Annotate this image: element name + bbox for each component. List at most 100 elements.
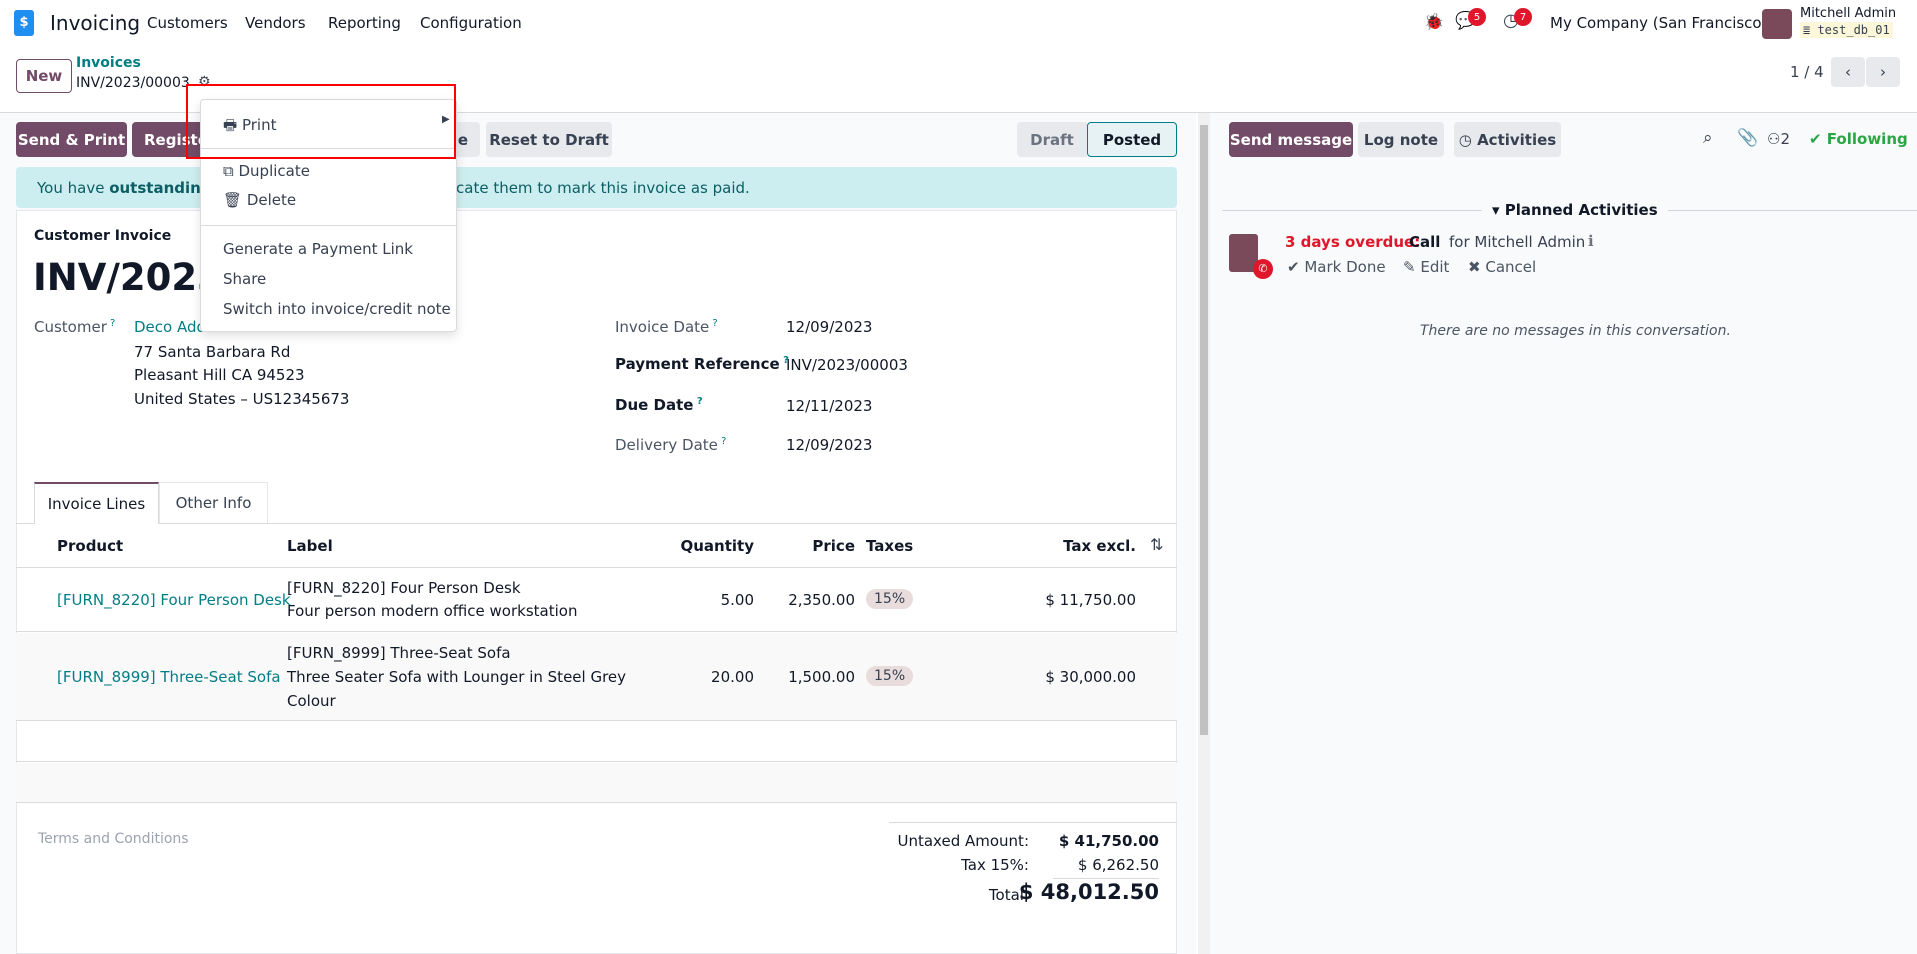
pager-next[interactable]: › [1866,57,1900,87]
new-button[interactable]: New [16,59,72,93]
label: Payment Reference [615,355,780,373]
cancel-label: Cancel [1485,258,1537,276]
user-name[interactable]: Mitchell Admin [1800,6,1896,21]
overdue-label: 3 days overdue: [1285,233,1421,251]
chat-badge: 5 [1468,8,1486,26]
reset-draft-button[interactable]: Reset to Draft [486,122,612,157]
payment-ref-value[interactable]: INV/2023/00003 [786,356,908,374]
row-label: Colour [287,692,336,710]
tax-value: $ 6,262.50 [1077,856,1159,874]
menu-divider [201,225,456,226]
avatar[interactable] [1762,9,1792,39]
tab-label: Invoice Lines [47,495,146,513]
menu-configuration[interactable]: Configuration [420,14,522,32]
edit-button[interactable]: ✎ Edit [1403,258,1449,276]
activities-button[interactable]: ◷ Activities [1454,122,1561,157]
cancel-button[interactable]: ✖ Cancel [1468,258,1536,276]
bug-icon[interactable]: 🐞 [1424,12,1444,31]
highlight-box [186,84,456,159]
followers-button[interactable]: ⚇2 [1767,130,1790,148]
col-taxes[interactable]: Taxes [866,537,913,555]
divider [1668,210,1917,211]
scrollbar[interactable] [1198,113,1210,954]
menu-duplicate[interactable]: ⧉ Duplicate [223,162,310,180]
customer-field[interactable]: Deco Add [134,318,206,336]
send-print-button[interactable]: Send & Print [16,122,127,157]
row-label: [FURN_8999] Three-Seat Sofa [287,644,511,662]
tabs-border [16,523,1177,524]
due-date-value[interactable]: 12/11/2023 [786,397,872,415]
menu-vendors[interactable]: Vendors [245,14,306,32]
company-switcher[interactable]: My Company (San Francisco) [1550,14,1767,32]
tax-label: Tax 15%: [961,856,1029,874]
row-label: Three Seater Sofa with Lounger in Steel … [287,668,627,686]
row-quantity: 5.00 [720,591,754,609]
breadcrumb-invoices[interactable]: Invoices [76,55,141,71]
tab-label: Other Info [175,494,252,512]
db-name: ≣ test_db_01 [1800,22,1893,38]
search-icon[interactable]: ⌕ [1703,128,1713,148]
delivery-date-value[interactable]: 12/09/2023 [786,436,872,454]
field-due-date-label: Due Date ? [615,396,703,414]
copy-icon: ⧉ [223,162,234,180]
row-subtotal: $ 30,000.00 [1045,668,1136,686]
status-posted[interactable]: Posted [1087,122,1177,157]
send-message-button[interactable]: Send message [1229,122,1353,157]
info-icon[interactable]: ℹ [1588,232,1594,250]
row-product[interactable]: [FURN_8220] Four Person Desk [57,591,291,609]
total-value: $ 48,012.50 [1018,880,1159,904]
col-price[interactable]: Price [812,537,855,555]
breadcrumb-record: INV/2023/00003 [76,75,190,91]
terms-field[interactable]: Terms and Conditions [38,831,189,847]
log-note-button[interactable]: Log note [1358,122,1444,157]
pager-value[interactable]: 1 / 4 [1790,63,1824,81]
untaxed-value: $ 41,750.00 [1058,832,1159,850]
menu-customers[interactable]: Customers [147,14,228,32]
address-line: United States – US12345673 [134,390,350,408]
following-button[interactable]: ✔ Following [1809,130,1908,148]
col-label[interactable]: Label [287,537,333,555]
move-type: Customer Invoice [34,228,172,244]
untaxed-label: Untaxed Amount: [897,832,1030,850]
pager-prev[interactable]: ‹ [1831,57,1865,87]
planned-activities-toggle[interactable]: ▾ Planned Activities [1492,201,1658,219]
column-settings-icon[interactable]: ⇅ [1150,535,1163,554]
menu-share[interactable]: Share [223,270,266,288]
row-product[interactable]: [FURN_8999] Three-Seat Sofa [57,668,281,686]
clock-icon: ◷ [1458,130,1478,149]
label: Invoice Date [615,318,710,336]
field-payment-ref-label: Payment Reference ? [615,355,789,373]
mark-done-label: Mark Done [1304,258,1386,276]
row-quantity: 20.00 [711,668,754,686]
paperclip-icon[interactable]: 📎 [1737,128,1758,148]
menu-reporting[interactable]: Reporting [328,14,401,32]
tab-other-info[interactable]: Other Info [159,482,268,523]
app-logo[interactable]: $ [14,10,34,36]
empty-row [16,722,1177,762]
pencil-icon: ✎ [1403,258,1421,276]
menu-switch-type[interactable]: Switch into invoice/credit note [223,300,451,318]
app-name[interactable]: Invoicing [50,11,140,35]
col-quantity[interactable]: Quantity [681,537,755,555]
divider [1222,210,1482,211]
following-label: Following [1826,130,1908,148]
trash-icon: 🗑 [223,191,243,209]
db-label: test_db_01 [1817,23,1890,37]
menu-delete[interactable]: 🗑 Delete [223,191,296,209]
status-draft[interactable]: Draft [1017,122,1087,157]
col-product[interactable]: Product [57,537,123,555]
check-icon: ✔ [1287,258,1305,276]
address-line: Pleasant Hill CA 94523 [134,366,305,384]
row-label: Four person modern office workstation [287,602,578,620]
mark-done-button[interactable]: ✔ Mark Done [1287,258,1386,276]
col-tax-excl[interactable]: Tax excl. [1063,537,1136,555]
row-subtotal: $ 11,750.00 [1045,591,1136,609]
tax-badge: 15% [866,666,914,686]
activities-label: Activities [1477,130,1557,149]
menu-label: Duplicate [238,162,310,180]
tax-badge: 15% [866,589,914,609]
menu-payment-link[interactable]: Generate a Payment Link [223,240,413,258]
tab-invoice-lines[interactable]: Invoice Lines [34,482,159,524]
invoice-date-value[interactable]: 12/09/2023 [786,318,872,336]
row-price: 1,500.00 [788,668,855,686]
